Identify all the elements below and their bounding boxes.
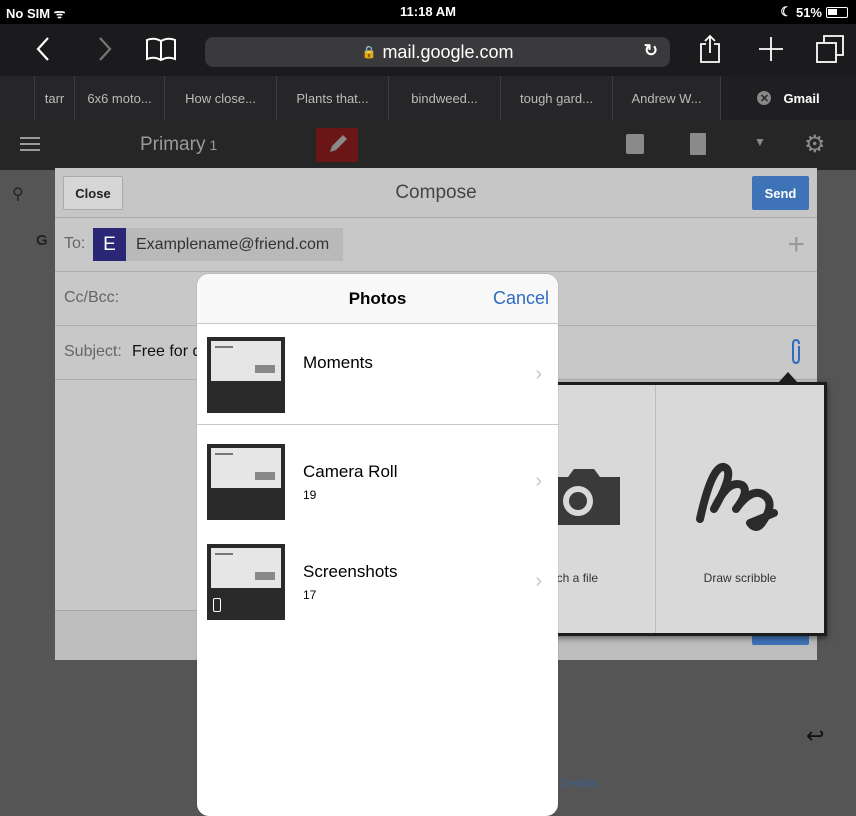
album-camera-roll[interactable]: Camera Roll 19 › <box>197 432 558 532</box>
menu-icon[interactable] <box>20 136 40 157</box>
album-moments[interactable]: Moments › <box>197 325 558 425</box>
ccbcc-label: Cc/Bcc: <box>64 289 120 306</box>
share-icon[interactable] <box>696 32 724 66</box>
album-name: Moments <box>303 353 373 372</box>
archive-icon[interactable] <box>626 134 644 154</box>
tab-tough-gard[interactable]: tough gard... <box>500 76 612 120</box>
tabs-overview-icon[interactable] <box>812 32 848 66</box>
chevron-right-icon: › <box>535 363 542 385</box>
album-thumbnail <box>207 444 285 520</box>
tab-tarr[interactable]: tarr <box>34 76 74 120</box>
forward-icon[interactable] <box>92 32 118 66</box>
album-count: 19 <box>303 488 317 502</box>
recipient-avatar: E <box>93 228 126 261</box>
album-thumbnail <box>207 337 285 413</box>
tab-how-close[interactable]: How close... <box>164 76 276 120</box>
compose-header: Close Compose Send <box>55 168 817 218</box>
close-tab-icon[interactable]: ✕ <box>757 91 772 105</box>
clock: 11:18 AM <box>400 4 456 19</box>
battery-indicator: ☾ 51% <box>780 4 848 20</box>
more-dropdown-icon[interactable]: ▼ <box>754 135 766 149</box>
address-bar[interactable]: 🔒 mail.google.com ↻ <box>205 37 670 67</box>
pencil-icon <box>330 135 347 152</box>
compose-title: Compose <box>395 182 477 203</box>
attach-file-label: ach a file <box>550 571 599 585</box>
tab-6x6-moto[interactable]: 6x6 moto... <box>74 76 164 120</box>
draw-scribble-label: Draw scribble <box>703 571 777 585</box>
bookmarks-icon[interactable] <box>143 32 179 66</box>
reload-icon[interactable]: ↻ <box>644 41 658 61</box>
album-thumbnail <box>207 544 285 620</box>
back-icon[interactable] <box>30 32 56 66</box>
sender-initial: G <box>36 232 48 249</box>
to-label: To: <box>64 235 86 252</box>
tab-gmail[interactable]: ✕ Gmail <box>720 76 856 120</box>
folder-title: Primary 1 <box>140 134 218 155</box>
tab-plants-that[interactable]: Plants that... <box>276 76 388 120</box>
trash-icon[interactable] <box>690 133 706 155</box>
album-name: Camera Roll <box>303 462 398 481</box>
chevron-right-icon: › <box>535 570 542 592</box>
to-row[interactable]: To: E Examplename@friend.com + <box>55 218 817 272</box>
url-text: mail.google.com <box>382 41 514 62</box>
cancel-button[interactable]: Cancel <box>493 288 549 309</box>
draw-scribble-option[interactable]: Draw scribble <box>656 385 824 633</box>
details-link: Details <box>560 776 597 790</box>
browser-tabs: tarr 6x6 moto... How close... Plants tha… <box>0 76 856 120</box>
tab-spacer <box>0 76 34 120</box>
tab-andrew-w[interactable]: Andrew W... <box>612 76 720 120</box>
add-recipient-icon[interactable]: + <box>787 228 805 262</box>
recipient-chip[interactable]: E Examplename@friend.com <box>93 228 344 261</box>
chevron-right-icon: › <box>535 470 542 492</box>
subject-value: Free for d <box>132 343 202 360</box>
battery-icon <box>826 6 848 18</box>
search-icon: ⚲ <box>12 186 24 203</box>
photos-popover: Photos Cancel Moments › Camera Roll 19 ›… <box>197 274 558 816</box>
tab-bindweed[interactable]: bindweed... <box>388 76 500 120</box>
browser-toolbar: 🔒 mail.google.com ↻ <box>0 24 856 76</box>
send-button[interactable]: Send <box>752 176 809 210</box>
lock-icon: 🔒 <box>361 45 377 59</box>
camera-icon <box>548 469 620 525</box>
subject-label: Subject: <box>64 343 122 360</box>
album-name: Screenshots <box>303 562 398 581</box>
gmail-header: Primary 1 ▼ ⚙ <box>0 120 856 170</box>
battery-percent: 51% <box>795 4 822 20</box>
status-bar: No SIM ᯤ 11:18 AM ☾ 51% <box>0 0 856 24</box>
scribble-icon <box>696 463 778 531</box>
reply-icon: ↩ <box>806 723 825 748</box>
album-screenshots[interactable]: Screenshots 17 › <box>197 532 558 632</box>
album-count: 17 <box>303 588 317 602</box>
compose-button[interactable] <box>316 128 358 162</box>
moon-icon: ☾ <box>780 4 792 19</box>
photos-header: Photos Cancel <box>197 274 558 324</box>
recipient-email: Examplename@friend.com <box>136 235 330 253</box>
paperclip-icon[interactable] <box>789 338 803 371</box>
settings-gear-icon[interactable]: ⚙ <box>804 130 826 159</box>
new-tab-icon[interactable] <box>756 32 786 66</box>
